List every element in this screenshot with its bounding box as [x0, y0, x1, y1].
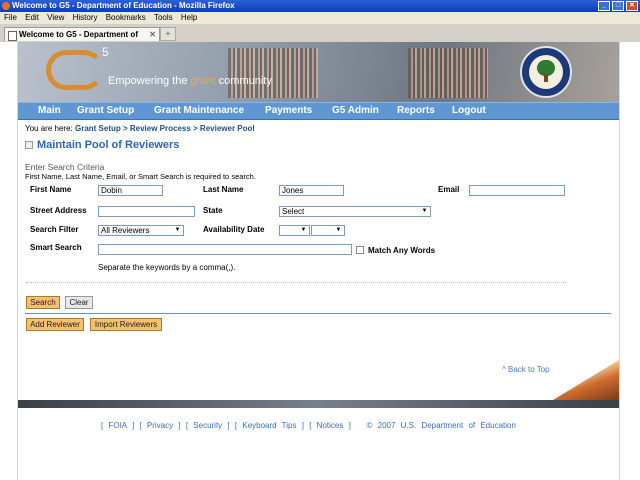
clear-button[interactable]: Clear — [65, 296, 93, 309]
menu-view[interactable]: View — [47, 13, 64, 22]
browser-tab[interactable]: Welcome to G5 - Department of Edu... ✕ — [4, 27, 160, 53]
g5-logo[interactable] — [46, 50, 104, 90]
collapse-icon[interactable] — [25, 141, 33, 150]
chevron-down-icon: ▼ — [300, 227, 307, 233]
state-label: State — [203, 206, 223, 215]
g5-logo-number: 5 — [102, 45, 109, 59]
footer-notices-link[interactable]: Notices — [317, 421, 344, 430]
main-nav: Main Grant Setup Grant Maintenance Payme… — [18, 102, 619, 120]
match-any-words-label: Match Any Words — [368, 246, 436, 255]
site-banner: 5 Empowering the grant community — [18, 42, 619, 102]
back-to-top-link[interactable]: ^ Back to Top — [502, 365, 550, 374]
tab-bar: Welcome to G5 - Department of Edu... ✕ + — [0, 24, 640, 53]
page-content: 5 Empowering the grant community Main Gr… — [0, 42, 640, 480]
first-name-field[interactable]: Dobin — [98, 185, 163, 196]
search-criteria-heading: Enter Search Criteria — [25, 162, 105, 172]
footer-foia-link[interactable]: FOIA — [108, 421, 126, 430]
search-button[interactable]: Search — [26, 296, 60, 309]
window-title: Welcome to G5 - Department of Education … — [12, 1, 235, 10]
search-requirement-note: First Name, Last Name, Email, or Smart S… — [25, 172, 256, 181]
smart-search-field[interactable] — [98, 244, 352, 255]
chevron-down-icon: ▼ — [335, 227, 342, 233]
menu-edit[interactable]: Edit — [25, 13, 39, 22]
street-address-field[interactable] — [98, 206, 195, 217]
library-shelf-image — [408, 48, 488, 98]
availability-month-select[interactable]: ▼ — [279, 225, 310, 236]
close-window-button[interactable]: ✕ — [626, 1, 638, 11]
menu-bookmarks[interactable]: Bookmarks — [106, 13, 146, 22]
availability-day-select[interactable]: ▼ — [311, 225, 345, 236]
new-tab-button[interactable]: + — [160, 27, 176, 41]
minimize-button[interactable]: _ — [598, 1, 610, 11]
maximize-button[interactable]: □ — [612, 1, 624, 11]
footer-bar — [18, 400, 619, 408]
window-titlebar: Welcome to G5 - Department of Education … — [0, 0, 640, 12]
last-name-label: Last Name — [203, 185, 244, 194]
menu-help[interactable]: Help — [181, 13, 197, 22]
menu-tools[interactable]: Tools — [154, 13, 173, 22]
footer-links: [ FOIA ] [ Privacy ] [ Security ] [ Keyb… — [101, 421, 516, 430]
menu-history[interactable]: History — [73, 13, 98, 22]
keywords-hint: Separate the keywords by a comma(,). — [98, 263, 236, 272]
nav-g5-admin[interactable]: G5 Admin — [332, 103, 379, 119]
tab-close-icon[interactable]: ✕ — [149, 28, 156, 42]
breadcrumb: You are here: Grant Setup > Review Proce… — [25, 124, 255, 133]
nav-grant-maintenance[interactable]: Grant Maintenance — [154, 103, 244, 119]
page-title: Maintain Pool of Reviewers — [25, 139, 179, 151]
nav-reports[interactable]: Reports — [397, 103, 435, 119]
footer-security-link[interactable]: Security — [193, 421, 222, 430]
search-filter-select[interactable]: All Reviewers ▼ — [98, 225, 184, 236]
library-shelf-image — [228, 48, 318, 98]
copyright-text: © 2007 U.S. Department of Education — [366, 421, 516, 430]
decorative-corner-image — [553, 360, 619, 400]
search-filter-label: Search Filter — [30, 225, 79, 234]
street-address-label: Street Address — [30, 206, 87, 215]
menu-file[interactable]: File — [4, 13, 17, 22]
form-divider — [26, 282, 566, 283]
import-reviewers-button[interactable]: Import Reviewers — [90, 318, 162, 331]
email-field[interactable] — [469, 185, 565, 196]
state-select[interactable]: Select ▼ — [279, 206, 431, 217]
department-seal-icon — [520, 46, 572, 98]
match-any-words-checkbox[interactable] — [356, 246, 364, 254]
section-divider — [25, 313, 611, 314]
site-container: 5 Empowering the grant community Main Gr… — [17, 42, 620, 480]
firefox-icon — [2, 2, 10, 10]
email-label: Email — [438, 185, 460, 194]
menu-bar: File Edit View History Bookmarks Tools H… — [0, 12, 640, 24]
nav-logout[interactable]: Logout — [452, 103, 486, 119]
last-name-field[interactable]: Jones — [279, 185, 344, 196]
footer-privacy-link[interactable]: Privacy — [147, 421, 173, 430]
availability-date-label: Availability Date — [203, 225, 265, 234]
nav-grant-setup[interactable]: Grant Setup — [77, 103, 134, 119]
nav-payments[interactable]: Payments — [265, 103, 312, 119]
chevron-down-icon: ▼ — [174, 227, 181, 233]
page-icon — [8, 31, 17, 41]
window-controls: _ □ ✕ — [598, 1, 638, 11]
footer-keyboard-tips-link[interactable]: Keyboard Tips — [242, 421, 296, 430]
add-reviewer-button[interactable]: Add Reviewer — [26, 318, 84, 331]
smart-search-label: Smart Search — [30, 243, 82, 252]
breadcrumb-path[interactable]: Grant Setup > Review Process > Reviewer … — [75, 124, 255, 133]
first-name-label: First Name — [30, 185, 72, 194]
nav-main[interactable]: Main — [38, 103, 61, 119]
tagline: Empowering the grant community — [108, 75, 272, 87]
chevron-down-icon: ▼ — [421, 208, 428, 214]
